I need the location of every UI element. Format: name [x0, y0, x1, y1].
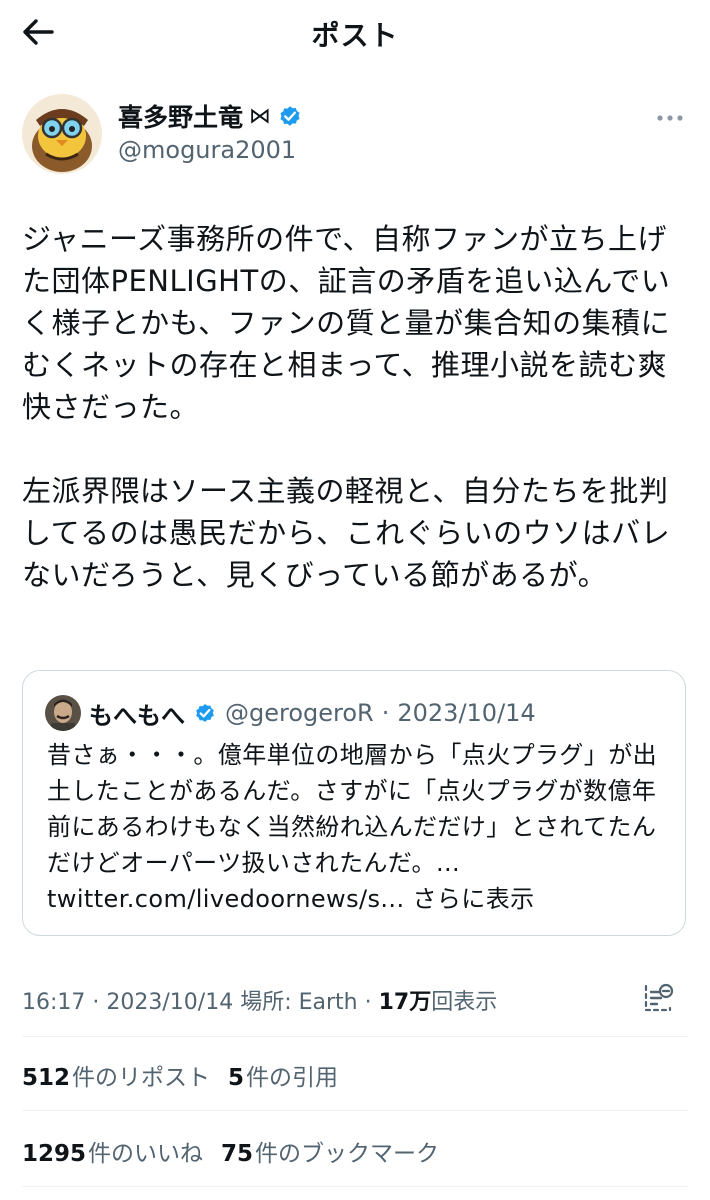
engagement-row-reposts: 512件のリポスト 5件の引用	[22, 1058, 338, 1092]
quoted-author-name: もへもへ	[89, 701, 185, 730]
quotes-label: 件の引用	[246, 1065, 339, 1091]
view-count: 17万	[378, 990, 432, 1015]
more-horizontal-icon	[657, 115, 683, 121]
post-time: 16:17	[22, 990, 86, 1015]
quoted-link[interactable]: twitter.com/livedoornews/s...	[47, 885, 404, 913]
quotes-stat[interactable]: 5件の引用	[228, 1058, 338, 1092]
likes-label: 件のいいね	[88, 1141, 204, 1167]
analytics-icon	[644, 983, 674, 1012]
author-handle[interactable]: @mogura2001	[118, 136, 296, 164]
quoted-post-header: もへもへ @gerogeroR · 2023/10/14	[45, 695, 536, 731]
likes-stat[interactable]: 1295件のいいね	[22, 1134, 203, 1168]
quoted-author-handle: @gerogeroR	[225, 699, 374, 727]
bookmarks-stat[interactable]: 75件のブックマーク	[221, 1134, 439, 1168]
quoted-avatar[interactable]	[45, 695, 81, 731]
reposts-count: 512	[22, 1065, 71, 1091]
show-more-link[interactable]: さらに表示	[413, 885, 535, 913]
analytics-button[interactable]	[640, 980, 676, 1016]
author-name[interactable]: 喜多野土竜	[118, 98, 243, 134]
separator-dot: ·	[364, 990, 372, 1015]
separator-dot: ·	[381, 699, 390, 727]
quoted-post-text: 昔さぁ・・・。億年単位の地層から「点火プラグ」が出土したことがあるんだ。さすがに…	[47, 737, 667, 917]
post-paragraph: ジャニーズ事務所の件で、自称ファンが立ち上げた団体PENLIGHTの、証言の矛盾…	[22, 222, 671, 424]
bookmarks-count: 75	[221, 1141, 254, 1167]
engagement-row-likes: 1295件のいいね 75件のブックマーク	[22, 1134, 439, 1168]
avatar[interactable]	[22, 94, 102, 174]
post-location: 場所: Earth	[240, 990, 358, 1015]
post-text: ジャニーズ事務所の件で、自称ファンが立ち上げた団体PENLIGHTの、証言の矛盾…	[22, 218, 690, 596]
likes-count: 1295	[22, 1141, 87, 1167]
post-meta: 16:17 · 2023/10/14 場所: Earth · 17万回表示	[22, 984, 497, 1016]
bowtie-icon: ⋈	[249, 103, 272, 129]
more-options-button[interactable]	[654, 108, 686, 128]
view-label: 回表示	[431, 990, 498, 1015]
divider	[22, 1110, 688, 1111]
quoted-text: 昔さぁ・・・。億年単位の地層から「点火プラグ」が出土したことがあるんだ。さすがに…	[47, 741, 657, 877]
quotes-count: 5	[228, 1065, 245, 1091]
post-date: 2023/10/14	[106, 990, 234, 1015]
quoted-post[interactable]: もへもへ @gerogeroR · 2023/10/14 昔さぁ・・・。億年単位の地…	[22, 670, 686, 936]
separator-dot: ·	[92, 990, 100, 1015]
verified-badge-icon	[196, 704, 214, 722]
post-paragraph: 左派界隈はソース主義の軽視と、自分たちを批判してるのは愚民だから、これぐらいのウ…	[22, 474, 671, 592]
quoted-post-date: 2023/10/14	[397, 699, 536, 727]
divider	[22, 1036, 688, 1037]
author-name-row: 喜多野土竜 ⋈	[118, 98, 303, 134]
reposts-label: 件のリポスト	[72, 1065, 211, 1091]
divider	[22, 1186, 688, 1187]
bookmarks-label: 件のブックマーク	[255, 1141, 440, 1167]
post-author: 喜多野土竜 ⋈ @mogura2001	[22, 94, 688, 178]
verified-badge-icon	[280, 106, 300, 126]
page-title: ポスト	[311, 19, 399, 52]
reposts-stat[interactable]: 512件のリポスト	[22, 1058, 210, 1092]
top-bar: ポスト	[0, 0, 710, 64]
